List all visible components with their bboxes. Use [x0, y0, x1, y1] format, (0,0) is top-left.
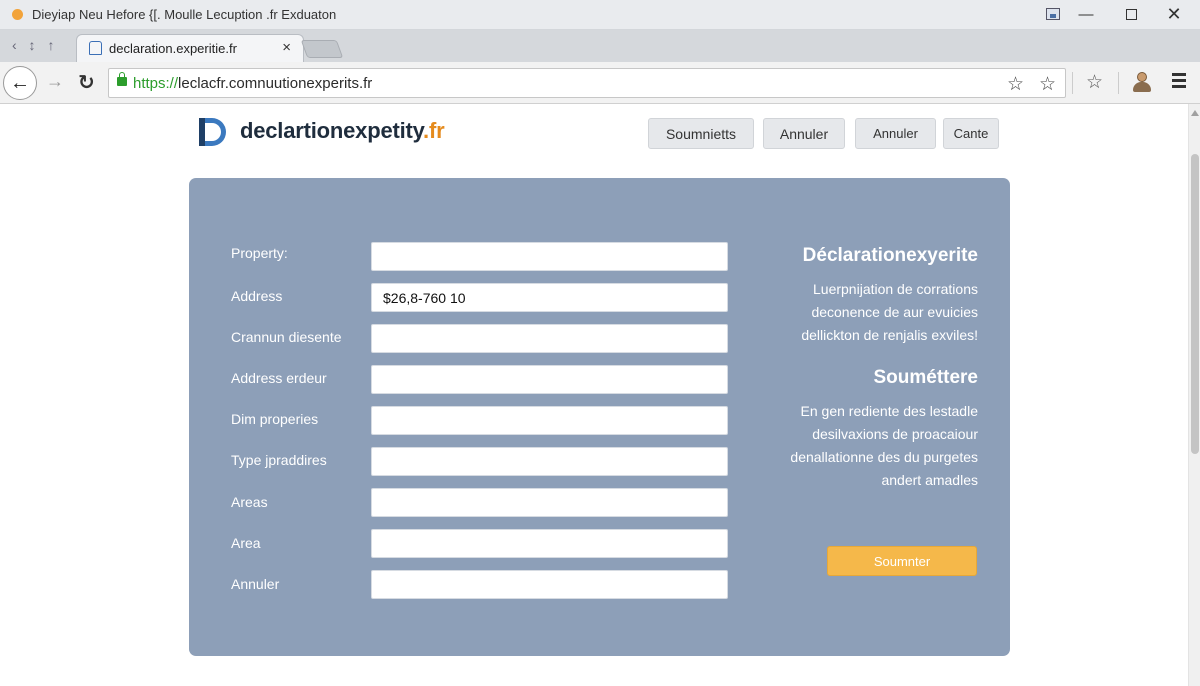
close-window-button[interactable]: ✕: [1163, 4, 1185, 24]
user-profile-icon[interactable]: [1132, 72, 1152, 94]
side-text-line: denallationne des du purgetes: [790, 449, 978, 465]
back-button[interactable]: ←: [3, 66, 37, 100]
annuler-input[interactable]: [371, 570, 728, 599]
vertical-scrollbar[interactable]: [1188, 104, 1200, 686]
side-title-soumettre: Souméttere: [873, 367, 978, 388]
scroll-up-icon[interactable]: [1191, 110, 1199, 116]
reload-button[interactable]: ↻: [78, 70, 95, 95]
field-label-commune: Crannun diesente: [231, 329, 342, 345]
lock-icon: [117, 72, 127, 86]
browser-logo-icon: [12, 9, 23, 20]
submit-button[interactable]: Soumnter: [827, 546, 977, 576]
areas-input[interactable]: [371, 488, 728, 517]
field-label-dim-properties: Dim properies: [231, 411, 319, 427]
side-text-line: dellickton de renjalis exviles!: [801, 327, 978, 343]
tab-active[interactable]: declaration.experitie.fr ×: [76, 34, 304, 62]
field-label-address: Address: [231, 288, 283, 304]
field-label-address-detail: Address erdeur: [231, 370, 327, 386]
side-text-line: deconence de aur evuicies: [811, 304, 978, 320]
field-label-area: Area: [231, 535, 261, 551]
browser-toolbar: ← → ↻ https://leclacfr.comnuutionexperit…: [0, 62, 1200, 104]
side-title-declaration: Déclarationexyerite: [802, 245, 978, 266]
minimize-button[interactable]: —: [1075, 4, 1097, 24]
bookmark-star-icon[interactable]: ☆: [1039, 73, 1056, 96]
side-text-line: Luerpnijation de corrations: [813, 281, 978, 297]
tab-close-icon[interactable]: ×: [282, 39, 291, 56]
site-logo-text[interactable]: declartionexpetity.fr: [240, 118, 445, 144]
tab-nav-arrows-icon[interactable]: ‹ ↕ ↑: [12, 37, 58, 53]
tab-strip: ‹ ↕ ↑ declaration.experitie.fr ×: [0, 30, 1200, 62]
menu-icon[interactable]: [1172, 73, 1188, 89]
address-input[interactable]: [371, 283, 728, 312]
forward-button[interactable]: →: [46, 71, 64, 92]
new-tab-button[interactable]: [300, 40, 344, 58]
star-icon[interactable]: ☆: [1007, 73, 1024, 96]
field-label-annuler: Annuler: [231, 576, 280, 592]
side-text-line: En gen rediente des lestadle: [800, 403, 978, 419]
commune-input[interactable]: [371, 324, 728, 353]
window-titlebar: Dieyiap Neu Hefore {[. Moulle Lecuption …: [0, 0, 1200, 30]
tab-title: declaration.experitie.fr: [109, 41, 237, 56]
header-cancel-button-2[interactable]: Annuler: [855, 118, 936, 149]
header-cancel-button[interactable]: Annuler: [763, 118, 845, 149]
maximize-button[interactable]: [1120, 4, 1142, 24]
field-label-type: Type jpraddires: [231, 452, 327, 468]
window-title: Dieyiap Neu Hefore {[. Moulle Lecuption …: [32, 7, 337, 22]
url-text[interactable]: https://leclacfr.comnuutionexperits.fr: [133, 75, 372, 92]
area-input[interactable]: [371, 529, 728, 558]
side-text-line: desilvaxions de proacaiour: [812, 426, 978, 442]
scroll-thumb[interactable]: [1191, 154, 1199, 454]
toolbar-divider: [1118, 72, 1119, 94]
type-input[interactable]: [371, 447, 728, 476]
property-input[interactable]: [371, 242, 728, 271]
address-bar[interactable]: https://leclacfr.comnuutionexperits.fr ☆…: [108, 68, 1066, 98]
address-detail-input[interactable]: [371, 365, 728, 394]
header-submit-button[interactable]: Soumnietts: [648, 118, 754, 149]
field-label-property: Property:: [231, 245, 288, 261]
bookmarks-star-icon[interactable]: ☆: [1086, 71, 1103, 94]
dim-properties-input[interactable]: [371, 406, 728, 435]
header-cante-button[interactable]: Cante: [943, 118, 999, 149]
window-app-icon[interactable]: [1042, 4, 1064, 24]
side-text-line: andert amadles: [881, 472, 978, 488]
page-favicon-icon: [89, 41, 102, 55]
toolbar-divider: [1072, 72, 1073, 94]
site-logo-icon[interactable]: [199, 118, 227, 146]
field-label-areas: Areas: [231, 494, 268, 510]
